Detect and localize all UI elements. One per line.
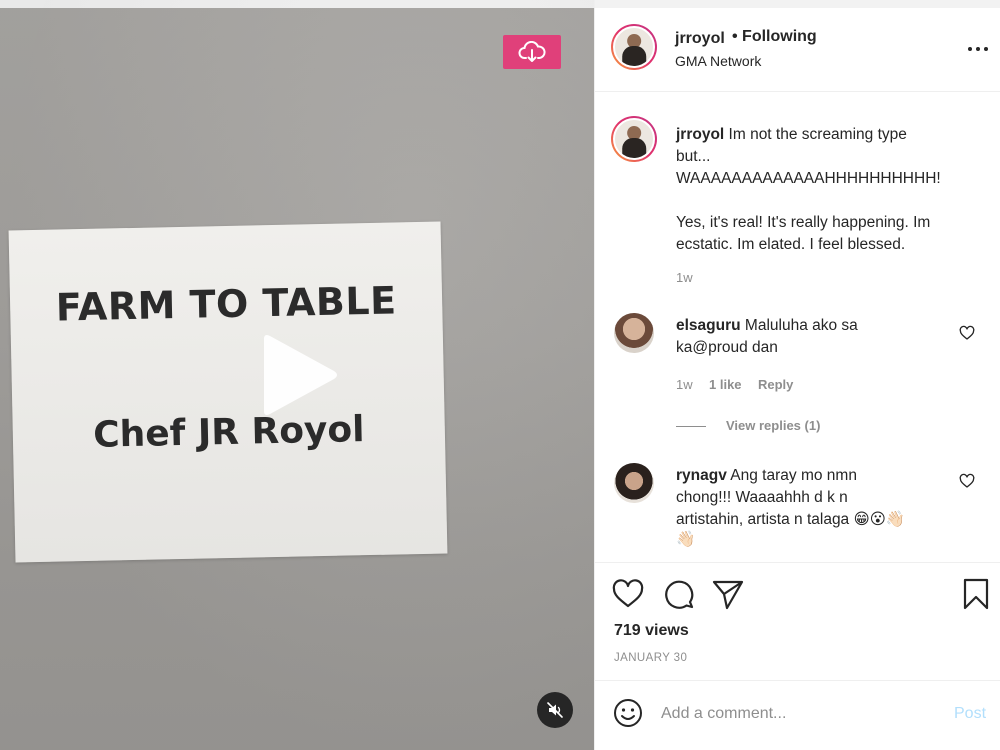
comment-2-line-4: 👋🏻	[676, 531, 696, 548]
comments-list[interactable]: jrroyol Im not the screaming type but...…	[595, 93, 1000, 561]
post-header: jrroyol • Following GMA Network	[595, 8, 1000, 92]
video-player[interactable]: FARM TO TABLE Chef JR Royol	[0, 0, 594, 750]
caption-text: Im not the screaming type	[728, 126, 907, 143]
play-icon[interactable]	[258, 333, 342, 417]
post-date[interactable]: JANUARY 30	[614, 652, 687, 664]
sign-title-text: FARM TO TABLE	[55, 278, 397, 330]
top-strip	[595, 0, 1000, 8]
header-username[interactable]: jrroyol	[675, 30, 725, 48]
post-actions: 719 views JANUARY 30	[595, 562, 1000, 680]
comment-1-time[interactable]: 1w	[676, 377, 693, 392]
caption-username[interactable]: jrroyol	[676, 126, 724, 143]
comment-2-line-3: artistahin, artista n talaga 😁😮👋🏻	[676, 511, 906, 528]
avatar[interactable]	[614, 463, 654, 503]
more-options-button[interactable]	[965, 39, 991, 59]
view-replies-label[interactable]: View replies (1)	[726, 418, 820, 433]
comment-1-line-2: ka@proud dan	[676, 339, 778, 356]
mute-button[interactable]	[537, 692, 573, 728]
header-subtitle[interactable]: GMA Network	[675, 53, 761, 69]
comment-1-reply-button[interactable]: Reply	[758, 377, 793, 392]
heart-icon[interactable]	[959, 473, 975, 489]
like-heart-icon[interactable]	[611, 577, 645, 611]
more-horizontal-icon	[968, 47, 988, 51]
comment-2-text: Ang taray mo nmn	[730, 467, 857, 484]
paper-sign: FARM TO TABLE Chef JR Royol	[8, 221, 448, 563]
post-button[interactable]: Post	[954, 705, 986, 723]
comment-2-line-2: chong!!! Waaaahhh d k n	[676, 489, 848, 506]
comment-1-likes-count[interactable]: 1 like	[709, 377, 742, 392]
following-button[interactable]: • Following	[732, 28, 817, 46]
muted-speaker-icon	[547, 702, 563, 718]
avatar[interactable]	[611, 24, 657, 70]
view-replies-line	[676, 426, 706, 427]
caption-line-2: but...	[676, 148, 711, 165]
download-button[interactable]	[503, 35, 561, 69]
comment-1-username[interactable]: elsaguru	[676, 317, 741, 334]
comment-input[interactable]	[661, 701, 941, 727]
reply-label[interactable]: Reply	[758, 377, 793, 392]
post-details-panel: jrroyol • Following GMA Network jrroyol …	[594, 0, 1000, 750]
comment-1-line-1: elsaguru Maluluha ako sa	[676, 315, 858, 337]
caption-line-4: Yes, it's real! It's really happening. I…	[676, 214, 931, 231]
smiley-icon[interactable]	[612, 697, 644, 729]
caption-time[interactable]: 1w	[676, 270, 693, 285]
comment-1-likes[interactable]: 1 like	[709, 377, 742, 392]
bookmark-icon[interactable]	[959, 577, 993, 611]
comment-1-text: Maluluha ako sa	[744, 317, 858, 334]
avatar[interactable]	[614, 313, 654, 353]
paper-plane-icon[interactable]	[711, 577, 745, 611]
caption-line-5: ecstatic. Im elated. I feel blessed.	[676, 236, 906, 253]
comment-2-line-1: rynagv Ang taray mo nmn	[676, 465, 857, 487]
comment-2-username[interactable]: rynagv	[676, 467, 727, 484]
caption-line-1: jrroyol Im not the screaming type	[676, 124, 907, 146]
sign-name-text: Chef JR Royol	[92, 409, 365, 456]
view-count[interactable]: 719 views	[614, 622, 689, 640]
view-replies-button[interactable]: View replies (1)	[726, 418, 820, 433]
heart-icon[interactable]	[959, 325, 975, 341]
caption-line-3: WAAAAAAAAAAAAAHHHHHHHHHH!	[676, 170, 941, 187]
add-comment-bar: Post	[595, 680, 1000, 750]
avatar[interactable]	[611, 116, 657, 162]
comment-bubble-icon[interactable]	[661, 577, 695, 611]
cloud-download-icon	[518, 41, 546, 62]
